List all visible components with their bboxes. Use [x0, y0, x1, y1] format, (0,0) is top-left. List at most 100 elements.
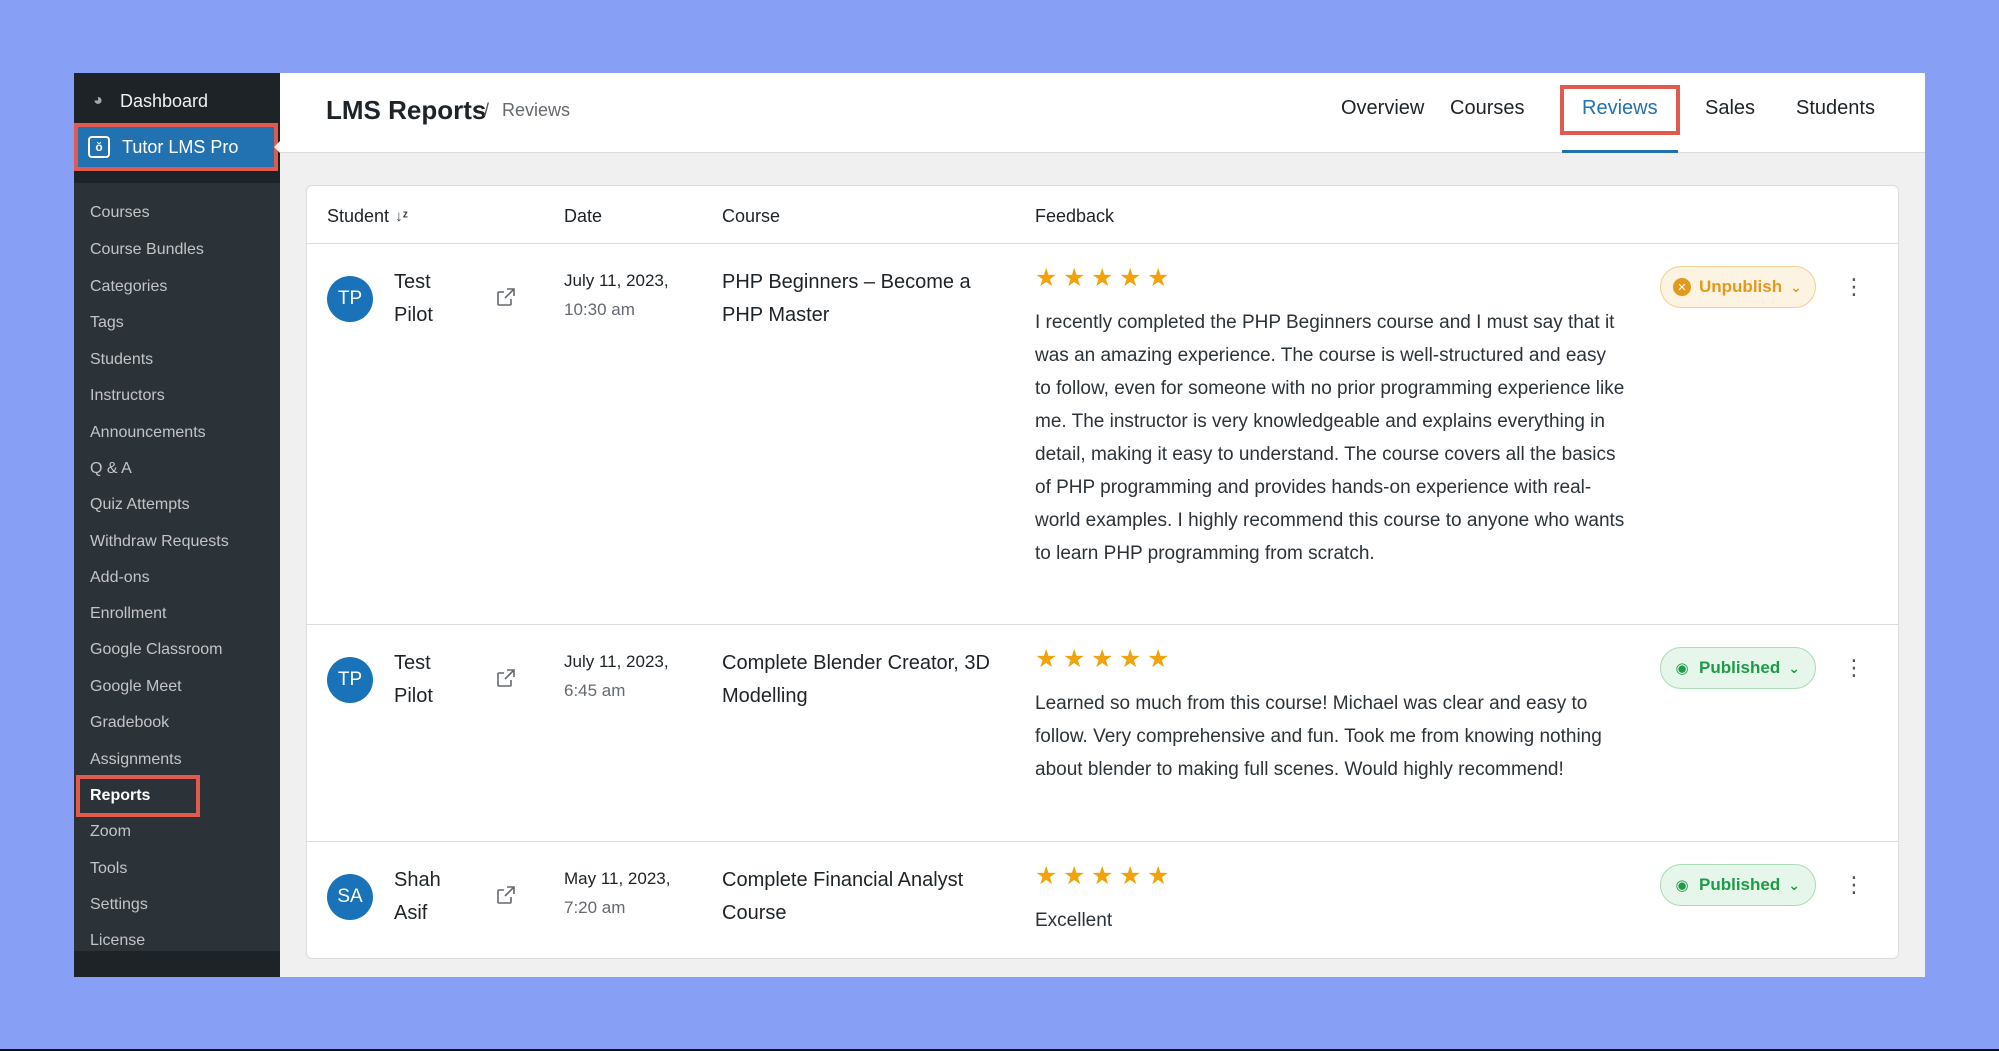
sidebar-item-gradebook[interactable]: Gradebook: [90, 709, 169, 737]
star-icon: ★: [1119, 645, 1142, 673]
student-first-name: Test: [394, 652, 431, 674]
star-icon: ★: [1147, 264, 1170, 292]
star-icon: ★: [1035, 645, 1058, 673]
sidebar-item-instructors[interactable]: Instructors: [90, 382, 165, 410]
student-name[interactable]: Test Pilot: [394, 266, 464, 332]
tab-sales[interactable]: Sales: [1705, 97, 1755, 120]
time-text: 7:20 am: [564, 898, 626, 917]
status-dropdown[interactable]: ◉ Published ⌄: [1660, 864, 1816, 906]
sidebar-item-announcements[interactable]: Announcements: [90, 419, 206, 447]
close-circle-icon: ✕: [1673, 278, 1691, 296]
star-icon: ★: [1119, 862, 1142, 890]
tab-courses[interactable]: Courses: [1450, 97, 1524, 120]
star-icon: ★: [1035, 264, 1058, 292]
eye-icon: ◉: [1675, 877, 1689, 894]
more-options-icon[interactable]: ⋮: [1843, 653, 1865, 683]
dashboard-icon: ◕: [93, 92, 103, 109]
external-link-icon[interactable]: [495, 286, 517, 308]
sidebar-item-categories[interactable]: Categories: [90, 273, 167, 301]
course-name: Complete Financial Analyst Course: [722, 869, 964, 924]
sidebar-item-dashboard[interactable]: ◕ Dashboard: [74, 85, 280, 117]
column-header-date: Date: [564, 206, 603, 226]
more-options-icon[interactable]: ⋮: [1843, 272, 1865, 302]
star-rating: ★ ★ ★ ★ ★: [1035, 862, 1171, 890]
sidebar-item-zoom[interactable]: Zoom: [90, 818, 131, 846]
sidebar-item-assignments[interactable]: Assignments: [90, 746, 182, 774]
column-header-feedback: Feedback: [1035, 206, 1115, 226]
review-date: July 11, 2023, 10:30 am: [564, 266, 704, 324]
page-header: LMS Reports / Reviews Overview Courses R…: [280, 73, 1925, 153]
star-icon: ★: [1063, 862, 1086, 890]
sidebar-item-withdraw-requests[interactable]: Withdraw Requests: [90, 528, 229, 556]
star-icon: ★: [1063, 264, 1086, 292]
table-row: SA Shah Asif May 11, 2023, 7:20 am Compl…: [307, 842, 1898, 959]
chevron-down-icon: ⌄: [1790, 278, 1802, 295]
status-label: Published: [1699, 875, 1781, 894]
sidebar-item-quiz-attempts[interactable]: Quiz Attempts: [90, 491, 190, 519]
review-date: May 11, 2023, 7:20 am: [564, 864, 704, 922]
student-name[interactable]: Shah Asif: [394, 864, 464, 930]
avatar: TP: [327, 276, 373, 322]
tab-highlight-box: [1560, 85, 1680, 135]
course-name: Complete Blender Creator, 3D Modelling: [722, 652, 990, 707]
sort-icon[interactable]: ↓ᶻ: [395, 208, 408, 225]
table-header: Student ↓ᶻ Date Course Feedback: [307, 186, 1898, 244]
sidebar-item-students[interactable]: Students: [90, 346, 153, 374]
sidebar-item-label: Dashboard: [120, 90, 209, 111]
feedback-text: I recently completed the PHP Beginners c…: [1035, 312, 1625, 564]
column-header-student[interactable]: Student ↓ᶻ: [327, 206, 408, 227]
status-dropdown[interactable]: ◉ Published ⌄: [1660, 647, 1816, 689]
time-text: 10:30 am: [564, 300, 635, 319]
admin-sidebar: ◕ Dashboard ŏ Tutor LMS Pro Courses Cour…: [74, 73, 283, 977]
sidebar-item-add-ons[interactable]: Add-ons: [90, 564, 150, 592]
student-name[interactable]: Test Pilot: [394, 647, 464, 713]
star-rating: ★ ★ ★ ★ ★: [1035, 645, 1171, 673]
student-last-name: Pilot: [394, 685, 433, 707]
status-label: Unpublish: [1699, 277, 1783, 296]
tutor-icon: ŏ: [88, 136, 110, 158]
student-last-name: Asif: [394, 902, 428, 924]
star-icon: ★: [1147, 862, 1170, 890]
star-icon: ★: [1091, 264, 1114, 292]
review-date: July 11, 2023, 6:45 am: [564, 647, 704, 705]
sidebar-item-google-classroom[interactable]: Google Classroom: [90, 636, 223, 664]
sidebar-item-enrollment[interactable]: Enrollment: [90, 600, 166, 628]
sidebar-item-tutor-lms-pro[interactable]: ŏ Tutor LMS Pro: [74, 123, 278, 171]
avatar: SA: [327, 874, 373, 920]
active-tab-underline: [1562, 150, 1678, 153]
table-row: TP Test Pilot July 11, 2023, 6:45 am Com…: [307, 625, 1898, 842]
star-icon: ★: [1147, 645, 1170, 673]
sidebar-item-course-bundles[interactable]: Course Bundles: [90, 236, 204, 264]
main-content: LMS Reports / Reviews Overview Courses R…: [280, 73, 1925, 977]
sidebar-item-reports[interactable]: Reports: [76, 775, 200, 817]
more-options-icon[interactable]: ⋮: [1843, 870, 1865, 900]
chevron-down-icon: ⌄: [1788, 876, 1800, 893]
sidebar-item-settings[interactable]: Settings: [90, 891, 148, 919]
sidebar-item-tags[interactable]: Tags: [90, 309, 124, 337]
date-text: July 11, 2023,: [564, 271, 669, 290]
sidebar-item-tools[interactable]: Tools: [90, 855, 127, 883]
breadcrumb-separator: /: [484, 100, 490, 120]
page-title: LMS Reports: [326, 95, 487, 125]
star-icon: ★: [1063, 645, 1086, 673]
app-window: ◕ Dashboard ŏ Tutor LMS Pro Courses Cour…: [74, 73, 1925, 977]
sidebar-item-google-meet[interactable]: Google Meet: [90, 673, 182, 701]
external-link-icon[interactable]: [495, 667, 517, 689]
sidebar-item-label: Tutor LMS Pro: [122, 136, 239, 157]
tab-students[interactable]: Students: [1796, 97, 1875, 120]
star-icon: ★: [1091, 645, 1114, 673]
status-dropdown[interactable]: ✕ Unpublish ⌄: [1660, 266, 1816, 308]
reviews-table: Student ↓ᶻ Date Course Feedback TP Test …: [306, 185, 1899, 959]
avatar: TP: [327, 657, 373, 703]
sidebar-item-qa[interactable]: Q & A: [90, 455, 132, 483]
external-link-icon[interactable]: [495, 884, 517, 906]
sidebar-item-courses[interactable]: Courses: [90, 199, 150, 227]
chevron-down-icon: ⌄: [1788, 659, 1800, 676]
table-row: TP Test Pilot July 11, 2023, 10:30 am PH…: [307, 244, 1898, 625]
tab-overview[interactable]: Overview: [1341, 97, 1424, 120]
student-last-name: Pilot: [394, 304, 433, 326]
status-label: Published: [1699, 658, 1781, 677]
breadcrumb: Reviews: [502, 100, 571, 120]
date-text: July 11, 2023,: [564, 652, 669, 671]
student-first-name: Shah: [394, 869, 441, 891]
